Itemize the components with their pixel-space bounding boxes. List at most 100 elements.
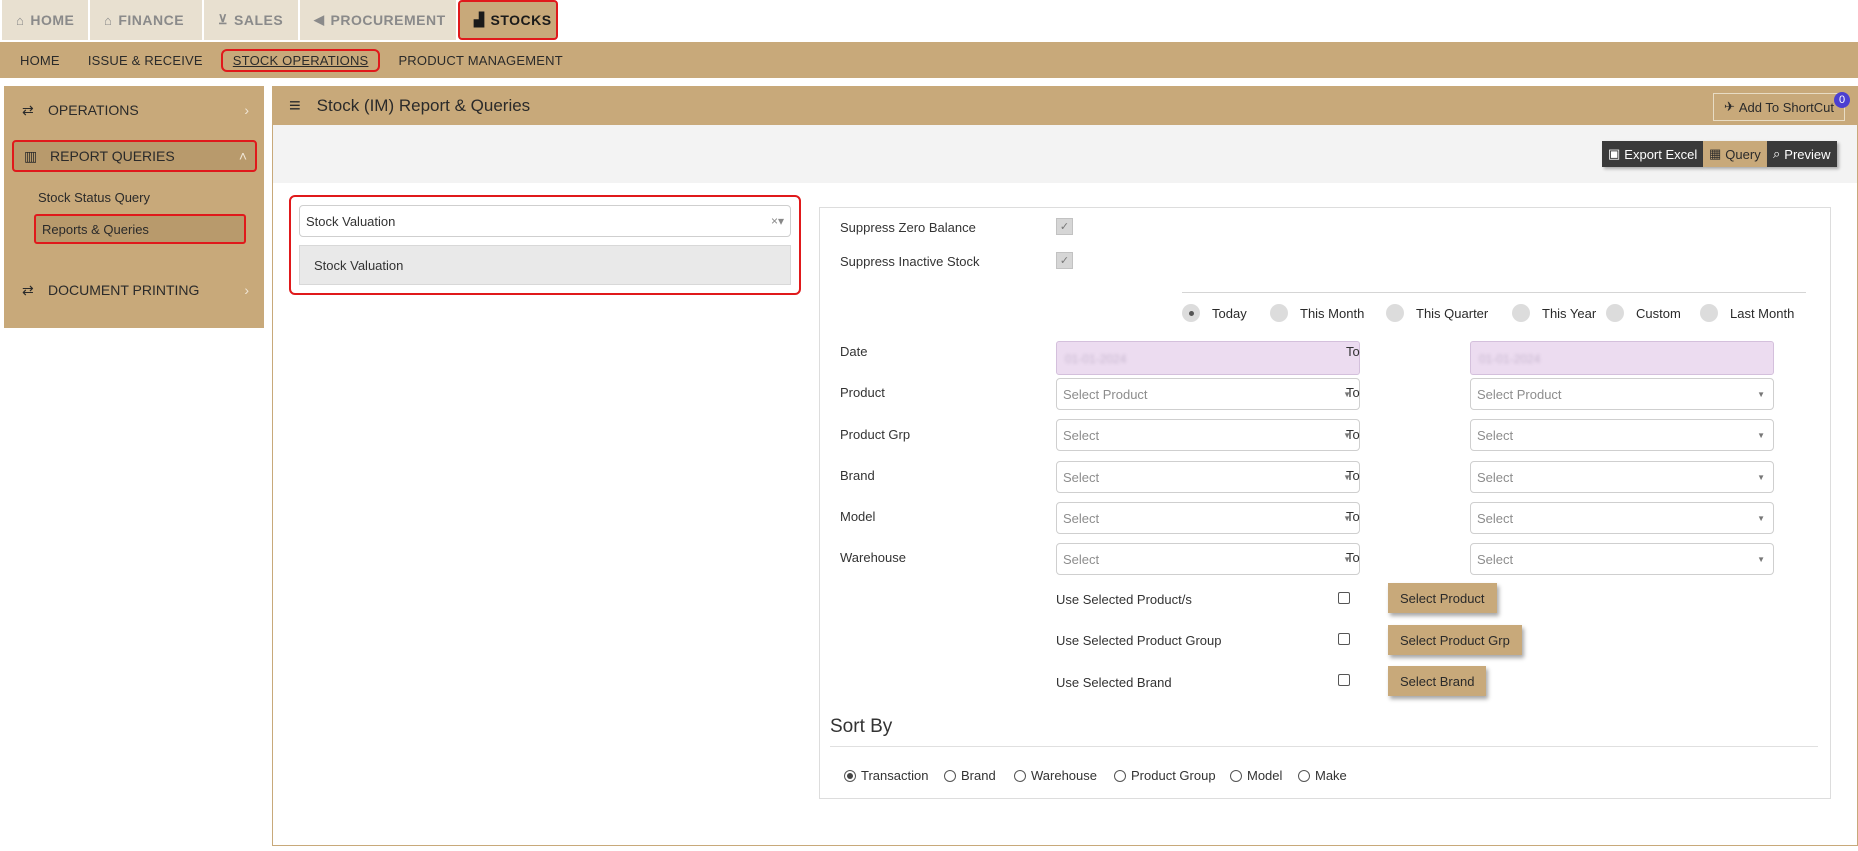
hamburger-icon[interactable]: ≡ bbox=[289, 95, 301, 118]
select-placeholder: Select bbox=[1063, 551, 1100, 567]
chevron-up-icon: ˄ bbox=[238, 148, 247, 164]
export-excel-button[interactable]: ▣ Export Excel bbox=[1602, 141, 1704, 167]
warehouse-to-select[interactable]: Select ▼ bbox=[1470, 543, 1774, 575]
select-placeholder: Select bbox=[1063, 510, 1100, 526]
to-label: To bbox=[1346, 427, 1360, 442]
period-this-quarter[interactable]: This Quarter bbox=[1386, 304, 1488, 322]
tab-procurement[interactable]: ◀ PROCUREMENT bbox=[300, 0, 456, 40]
use-group-label: Use Selected Product Group bbox=[1056, 633, 1222, 648]
tab-home[interactable]: ⌂ HOME bbox=[2, 0, 88, 40]
suppress-zero-checkbox[interactable]: ✓ bbox=[1056, 218, 1073, 235]
use-products-checkbox[interactable] bbox=[1338, 592, 1350, 604]
product-from-select[interactable]: Select Product ▼ bbox=[1056, 378, 1360, 410]
product-from-placeholder: Select Product bbox=[1063, 386, 1148, 402]
period-custom[interactable]: Custom bbox=[1606, 304, 1681, 322]
period-this-year[interactable]: This Year bbox=[1512, 304, 1596, 322]
caret-down-icon: ▼ bbox=[1757, 472, 1765, 482]
sort-label: Product Group bbox=[1131, 768, 1216, 783]
subnav-product-management[interactable]: PRODUCT MANAGEMENT bbox=[388, 49, 572, 72]
sort-by-heading: Sort By bbox=[830, 716, 893, 737]
sort-warehouse[interactable]: Warehouse bbox=[1014, 768, 1097, 783]
product-grp-from-select[interactable]: Select ▼ bbox=[1056, 419, 1360, 451]
date-to-value: 01-01-2024 bbox=[1479, 352, 1541, 366]
radio-icon bbox=[1386, 304, 1404, 322]
select-product-grp-button[interactable]: Select Product Grp bbox=[1388, 625, 1522, 655]
sidebar-sub-stock-status-query[interactable]: Stock Status Query bbox=[38, 190, 150, 205]
radio-icon bbox=[1230, 769, 1242, 782]
sidebar-item-report-queries[interactable]: ▥ REPORT QUERIES ˄ bbox=[12, 140, 257, 172]
select-product-button[interactable]: Select Product bbox=[1388, 583, 1497, 613]
chevron-right-icon: › bbox=[244, 102, 249, 118]
select-placeholder: Select bbox=[1063, 469, 1100, 485]
sidebar-sub-reports-queries[interactable]: Reports & Queries bbox=[34, 214, 246, 244]
brand-label: Brand bbox=[840, 468, 875, 483]
tab-label: STOCKS bbox=[490, 12, 552, 28]
clear-icon[interactable]: ×▾ bbox=[771, 214, 784, 228]
radio-icon bbox=[1606, 304, 1624, 322]
period-last-month[interactable]: Last Month bbox=[1700, 304, 1794, 322]
query-button[interactable]: ▦ Query bbox=[1703, 141, 1767, 167]
select-brand-button[interactable]: Select Brand bbox=[1388, 666, 1487, 696]
date-from-value: 01-01-2024 bbox=[1065, 352, 1127, 366]
brand-from-select[interactable]: Select ▼ bbox=[1056, 461, 1360, 493]
caret-down-icon: ▼ bbox=[1757, 513, 1765, 523]
warehouse-from-select[interactable]: Select ▼ bbox=[1056, 543, 1360, 575]
sidebar-item-document-printing[interactable]: ⇄ DOCUMENT PRINTING › bbox=[12, 274, 257, 306]
radio-icon bbox=[1700, 304, 1718, 322]
report-filter-form: Suppress Zero Balance ✓ Suppress Inactiv… bbox=[819, 207, 1831, 799]
shortcut-count-badge: 0 bbox=[1834, 92, 1850, 108]
model-from-select[interactable]: Select ▼ bbox=[1056, 502, 1360, 534]
model-to-select[interactable]: Select ▼ bbox=[1470, 502, 1774, 534]
sort-label: Model bbox=[1247, 768, 1283, 783]
megaphone-icon: ◀ bbox=[314, 12, 325, 27]
sort-brand[interactable]: Brand bbox=[944, 768, 996, 783]
sort-model[interactable]: Model bbox=[1230, 768, 1282, 783]
brand-to-select[interactable]: Select ▼ bbox=[1470, 461, 1774, 493]
tab-label: HOME bbox=[30, 12, 75, 28]
radio-icon bbox=[1512, 304, 1530, 322]
use-brand-checkbox[interactable] bbox=[1338, 674, 1350, 686]
subnav-issue-receive[interactable]: ISSUE & RECEIVE bbox=[78, 49, 213, 72]
caret-down-icon: ▼ bbox=[1757, 430, 1765, 440]
warehouse-label: Warehouse bbox=[840, 550, 906, 565]
period-label: Today bbox=[1212, 305, 1247, 321]
model-label: Model bbox=[840, 509, 876, 524]
to-label: To bbox=[1346, 550, 1360, 565]
product-to-select[interactable]: Select Product ▼ bbox=[1470, 378, 1774, 410]
select-placeholder: Select bbox=[1477, 427, 1514, 443]
tab-finance[interactable]: ⌂ FINANCE bbox=[90, 0, 202, 40]
divider bbox=[1182, 292, 1806, 293]
sort-transaction[interactable]: Transaction bbox=[844, 768, 928, 783]
chevron-right-icon: › bbox=[244, 282, 249, 298]
report-select[interactable]: Stock Valuation ×▾ bbox=[299, 205, 791, 237]
sidebar-item-operations[interactable]: ⇄ OPERATIONS › bbox=[12, 94, 257, 126]
subnav-home[interactable]: HOME bbox=[10, 49, 70, 72]
suppress-inactive-checkbox[interactable]: ✓ bbox=[1056, 252, 1073, 269]
date-to-input[interactable]: 01-01-2024 bbox=[1470, 341, 1774, 375]
sort-make[interactable]: Make bbox=[1298, 768, 1347, 783]
tab-sales[interactable]: ⊻ SALES bbox=[204, 0, 298, 40]
date-from-input[interactable]: 01-01-2024 bbox=[1056, 341, 1360, 375]
caret-down-icon: ▼ bbox=[1757, 554, 1765, 564]
report-option-label: Stock Valuation bbox=[314, 257, 404, 273]
report-option[interactable]: Stock Valuation bbox=[299, 245, 791, 285]
period-this-month[interactable]: This Month bbox=[1270, 304, 1364, 322]
radio-icon bbox=[1298, 769, 1310, 782]
tab-label: PROCUREMENT bbox=[330, 12, 446, 28]
sort-product-group[interactable]: Product Group bbox=[1114, 768, 1216, 783]
home-icon: ⌂ bbox=[16, 12, 25, 28]
tab-label: SALES bbox=[234, 12, 284, 28]
product-grp-label: Product Grp bbox=[840, 427, 911, 442]
tab-stocks[interactable]: ▟ STOCKS bbox=[458, 0, 558, 40]
product-grp-to-select[interactable]: Select ▼ bbox=[1470, 419, 1774, 451]
add-shortcut-button[interactable]: ✈ Add To ShortCut 0 bbox=[1712, 92, 1850, 121]
top-tabs: ⌂ HOME ⌂ FINANCE ⊻ SALES ◀ PROCUREMENT ▟… bbox=[0, 0, 1858, 44]
search-icon: ⌕ bbox=[1773, 146, 1781, 161]
to-label: To bbox=[1346, 385, 1360, 400]
table-icon: ▦ bbox=[1709, 146, 1722, 161]
preview-button[interactable]: ⌕ Preview bbox=[1767, 141, 1837, 167]
use-group-checkbox[interactable] bbox=[1338, 633, 1350, 645]
subnav-stock-operations[interactable]: STOCK OPERATIONS bbox=[220, 48, 381, 72]
period-today[interactable]: Today bbox=[1182, 304, 1247, 322]
to-label: To bbox=[1346, 344, 1360, 359]
